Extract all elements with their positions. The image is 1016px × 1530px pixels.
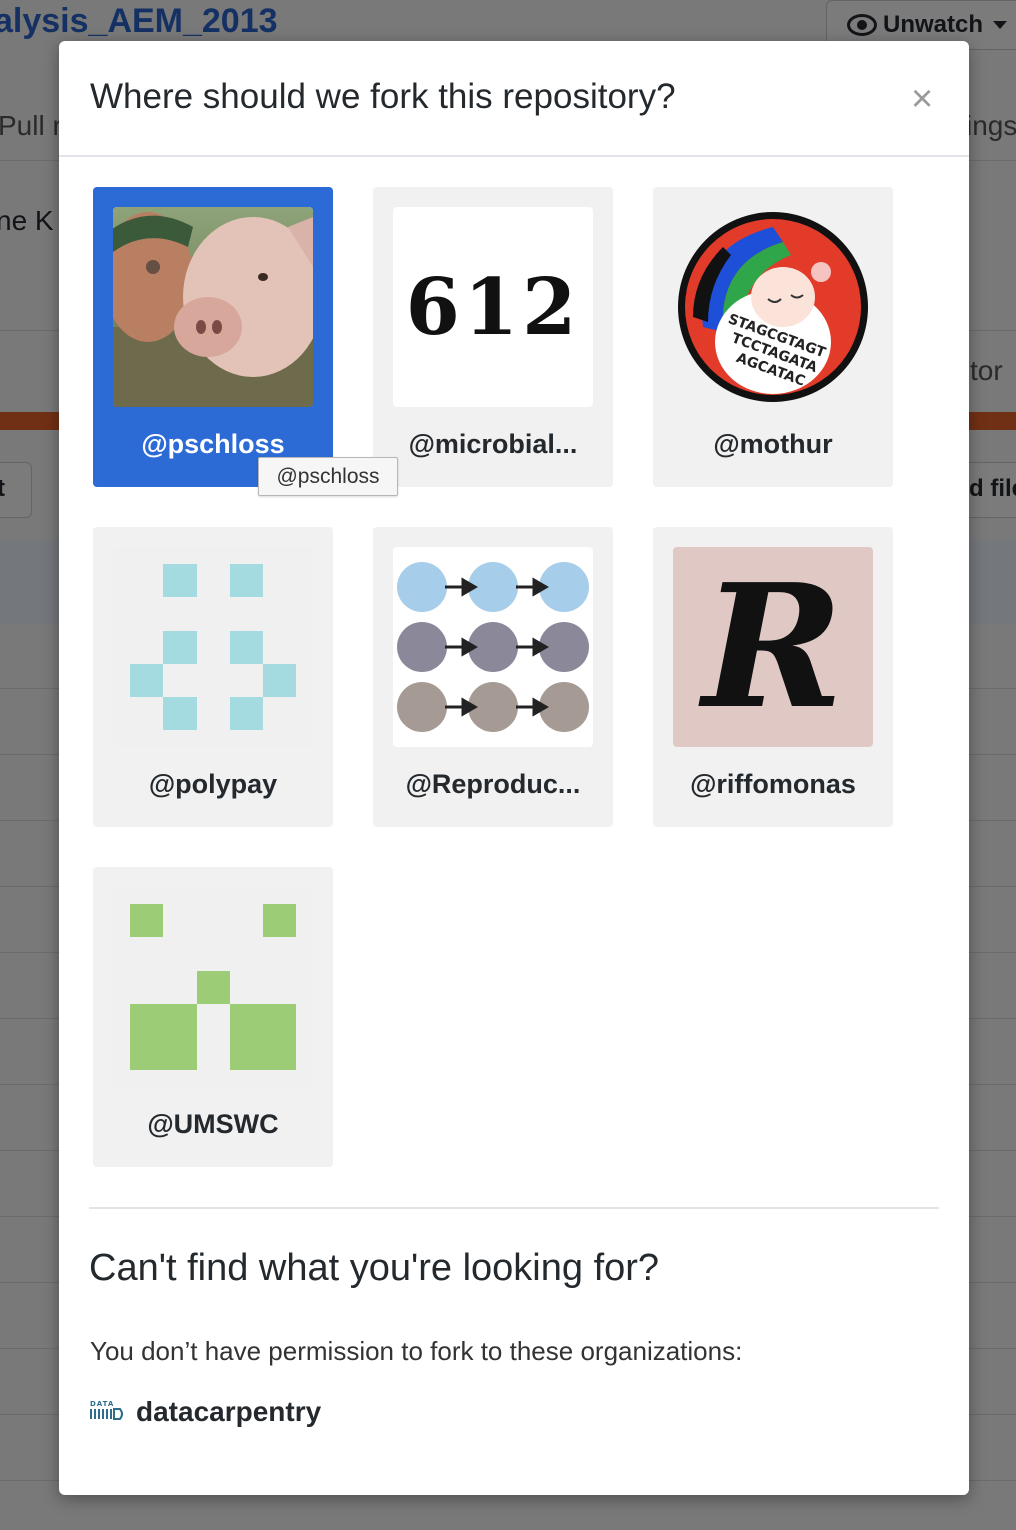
avatar-text: 612 [405,261,581,353]
account-label: @Reproduc... [405,769,581,799]
dialog-header: Where should we fork this repository? × [59,41,969,157]
fork-target-riffomonas[interactable]: R @riffomonas [653,527,893,827]
account-tooltip: @pschloss [258,457,398,496]
identicon-green-icon [113,887,313,1087]
account-label: @pschloss [141,429,285,459]
account-label: @mothur [713,429,833,459]
org-name: datacarpentry [136,1396,322,1427]
fork-target-umswc[interactable]: @UMSWC [93,867,333,1167]
fork-target-microbial[interactable]: 612 @microbial... [373,187,613,487]
dialog-title: Where should we fork this repository? [90,77,676,116]
datacarpentry-logo-icon: DATA [90,1399,124,1426]
blackletter-r-avatar-icon: R [673,547,873,747]
612-text-avatar-icon: 612 [393,207,593,407]
close-icon[interactable]: × [911,80,933,118]
avatar-text: R [702,547,844,747]
section-divider [89,1207,939,1209]
fork-target-polypay[interactable]: @polypay [93,527,333,827]
fork-target-reproducible[interactable]: @Reproduc... [373,527,613,827]
org-item-datacarpentry: DATA datacarpentry [90,1396,321,1428]
svg-text:DATA: DATA [90,1400,114,1408]
mothur-logo-icon: STAGCGTAGT TCCTAGATA AGCATAC [673,207,873,407]
account-label: @polypay [148,769,278,799]
account-label: @riffomonas [690,769,856,799]
fork-target-pschloss[interactable]: @pschloss [93,187,333,487]
circles-arrows-avatar-icon [393,547,593,747]
fork-target-mothur[interactable]: STAGCGTAGT TCCTAGATA AGCATAC @mothur [653,187,893,487]
cant-find-heading: Can't find what you're looking for? [89,1247,660,1289]
account-label: @UMSWC [147,1109,279,1139]
permission-text: You don’t have permission to fork to the… [90,1336,743,1366]
identicon-blue-icon [113,547,313,747]
account-label: @microbial... [408,429,578,459]
photo-avatar-icon [113,207,313,407]
